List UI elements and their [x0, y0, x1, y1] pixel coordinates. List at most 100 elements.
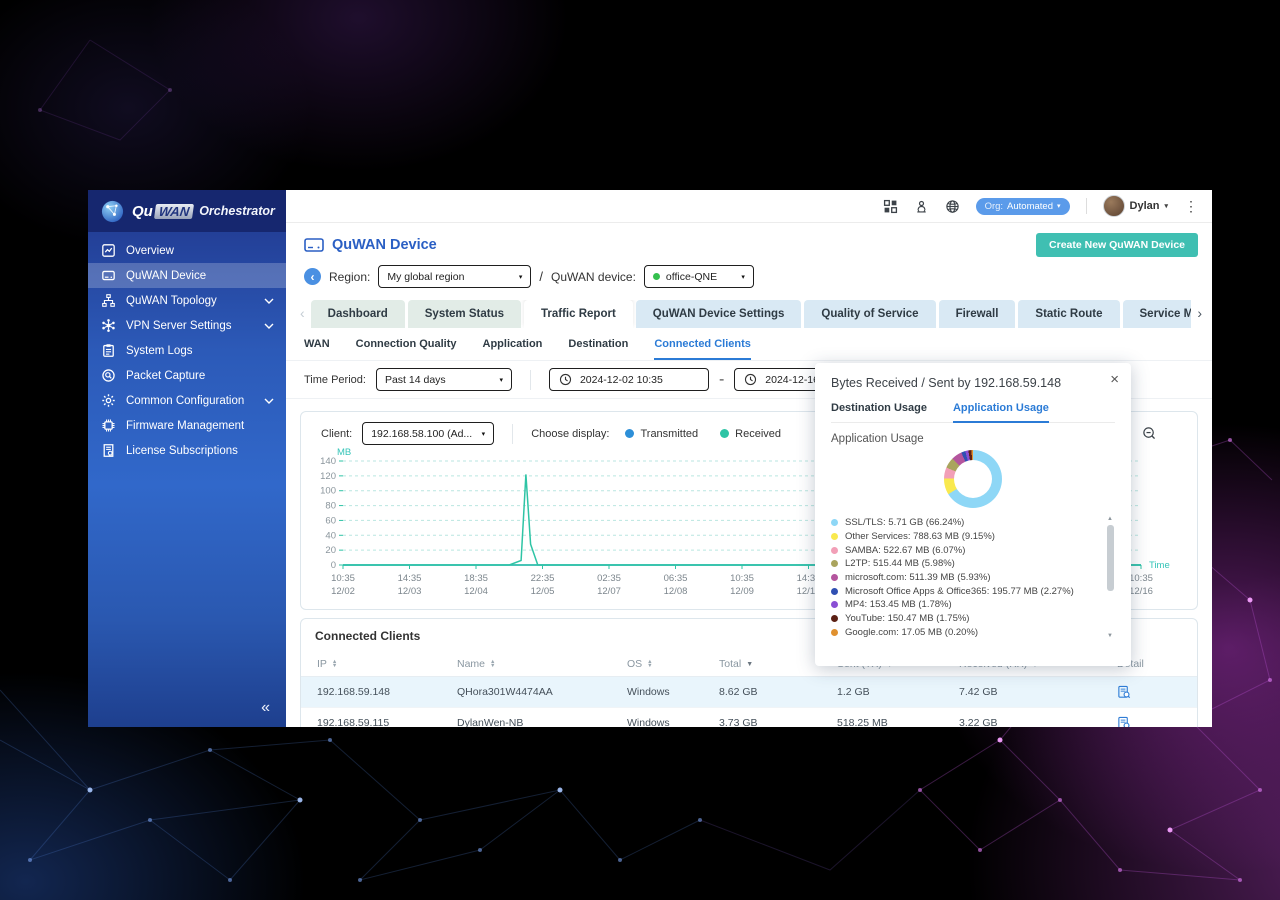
org-selector[interactable]: Org: Automated ▾ — [975, 197, 1070, 215]
subtab-connected-clients[interactable]: Connected Clients — [654, 338, 751, 360]
sidebar-item-vpn-server-settings[interactable]: VPN Server Settings — [88, 313, 286, 338]
cell-ip: 192.168.59.115 — [317, 717, 390, 727]
sidebar-item-quwan-topology[interactable]: QuWAN Topology — [88, 288, 286, 313]
tab-static-route[interactable]: Static Route — [1018, 300, 1120, 328]
topbar: Org: Automated ▾ Dylan ▾ ⋮ — [286, 190, 1212, 223]
user-location-icon[interactable] — [914, 199, 929, 214]
sidebar-item-overview[interactable]: Overview — [88, 238, 286, 263]
cell-rx: 3.22 GB — [959, 717, 998, 727]
subtab-connection-quality[interactable]: Connection Quality — [356, 338, 457, 360]
sidebar-item-common-configuration[interactable]: Common Configuration — [88, 388, 286, 413]
zoom-out-icon[interactable] — [1142, 426, 1157, 446]
chevron-down-icon: ▾ — [1057, 203, 1061, 210]
table-row[interactable]: 192.168.59.148 QHora301W4474AA Windows 8.62… — [301, 677, 1197, 708]
create-device-button[interactable]: Create New QuWAN Device — [1036, 233, 1198, 257]
chevron-down-icon — [264, 398, 274, 404]
sort-desc-icon[interactable]: ▼ — [746, 661, 753, 668]
sidebar-item-quwan-device[interactable]: QuWAN Device — [88, 263, 286, 288]
cell-name: DylanWen-NB — [457, 717, 524, 727]
close-icon[interactable]: × — [1110, 371, 1119, 388]
legend-dot — [831, 615, 838, 623]
clock-icon — [559, 373, 572, 386]
region-value: My global region — [387, 270, 465, 283]
svg-text:18:35: 18:35 — [464, 573, 488, 584]
apps-grid-icon[interactable] — [883, 199, 898, 214]
more-options-icon[interactable]: ⋮ — [1184, 198, 1198, 215]
client-value: 192.168.58.100 (Ad... — [371, 427, 473, 440]
tab-dashboard[interactable]: Dashboard — [310, 300, 405, 328]
sort-icon[interactable]: ▲▼ — [490, 659, 495, 669]
popup-tabs: Destination Usage Application Usage — [831, 402, 1115, 423]
popup-scrollbar[interactable]: ▲ ▼ — [1105, 516, 1115, 639]
display-label: Choose display: — [531, 427, 610, 440]
svg-text:Time: Time — [1149, 560, 1170, 571]
device-value: office-QNE — [665, 270, 718, 283]
column-header-name[interactable]: Name ▲ ▼ — [457, 658, 627, 670]
subtab-destination[interactable]: Destination — [568, 338, 628, 360]
popup-tab-application-usage[interactable]: Application Usage — [952, 402, 1049, 423]
detail-icon[interactable] — [1117, 685, 1197, 699]
tab-system-status[interactable]: System Status — [407, 300, 522, 328]
application-usage-donut-chart — [944, 450, 1002, 508]
svg-text:12/03: 12/03 — [398, 586, 422, 597]
sidebar-item-system-logs[interactable]: System Logs — [88, 338, 286, 363]
sidebar-item-firmware-management[interactable]: Firmware Management — [88, 413, 286, 438]
svg-text:MB: MB — [337, 447, 351, 458]
chevron-down-icon: ▾ — [499, 376, 503, 384]
range-dash: - — [718, 370, 725, 388]
sidebar-item-license-subscriptions[interactable]: License Subscriptions — [88, 438, 286, 463]
back-button[interactable]: ‹ — [304, 268, 321, 285]
sidebar-item-packet-capture[interactable]: Packet Capture — [88, 363, 286, 388]
time-period-value: Past 14 days — [384, 373, 446, 386]
legend-dot — [831, 533, 838, 541]
legend-transmitted[interactable]: Transmitted — [625, 428, 698, 440]
subtab-application[interactable]: Application — [483, 338, 543, 360]
sidebar: Qu WAN Orchestrator Overview QuWAN Device Qu… — [88, 190, 286, 727]
tab-firewall[interactable]: Firewall — [938, 300, 1016, 328]
legend-text: L2TP: 515.44 MB (5.98%) — [845, 558, 955, 570]
user-menu[interactable]: Dylan ▾ — [1102, 195, 1168, 217]
sort-icon[interactable]: ▲▼ — [647, 659, 652, 669]
detail-icon[interactable] — [1117, 716, 1197, 727]
subtab-wan[interactable]: WAN — [304, 338, 330, 360]
tab-quality-of-service[interactable]: Quality of Service — [804, 300, 936, 328]
online-status-dot — [652, 273, 660, 280]
region-select[interactable]: My global region ▾ — [378, 265, 532, 288]
svg-text:12/09: 12/09 — [730, 586, 754, 597]
device-select[interactable]: office-QNE ▾ — [643, 265, 754, 288]
client-select[interactable]: 192.168.58.100 (Ad... ▾ — [362, 422, 495, 445]
svg-text:12/08: 12/08 — [664, 586, 688, 597]
page-title: QuWAN Device — [304, 237, 437, 253]
column-label: Name — [457, 658, 486, 670]
scroll-down-icon[interactable]: ▼ — [1105, 633, 1115, 639]
scrollbar-thumb[interactable] — [1106, 525, 1114, 591]
tabs-scroll-right-icon[interactable]: › — [1191, 305, 1208, 321]
tabs-scroll-left-icon[interactable]: ‹ — [294, 305, 311, 321]
language-globe-icon[interactable] — [945, 199, 960, 214]
sort-icon[interactable]: ▲▼ — [332, 659, 337, 669]
column-header-os[interactable]: OS ▲ ▼ — [627, 658, 719, 670]
sidebar-collapse-icon[interactable]: « — [261, 699, 270, 717]
svg-text:12/02: 12/02 — [331, 586, 355, 597]
column-header-ip[interactable]: IP ▲ ▼ — [317, 658, 457, 670]
donut-legend-item: Google.com: 17.05 MB (0.20%) — [831, 626, 1097, 640]
tab-traffic-report[interactable]: Traffic Report — [524, 300, 633, 328]
time-period-select[interactable]: Past 14 days ▾ — [375, 368, 512, 391]
tab-service-management[interactable]: Service Management — [1122, 300, 1192, 328]
donut-legend-item: Other Services: 788.63 MB (9.15%) — [831, 530, 1097, 544]
device-icon — [304, 237, 324, 253]
date-from-input[interactable]: 2024-12-02 10:35 — [548, 368, 709, 391]
scroll-up-icon[interactable]: ▲ — [1105, 516, 1115, 522]
legend-dot — [831, 628, 838, 636]
sidebar-item-label: Overview — [126, 244, 174, 257]
table-row[interactable]: 192.168.59.115 DylanWen-NB Windows 3.73 GB 5… — [301, 708, 1197, 727]
legend-received[interactable]: Received — [720, 428, 781, 440]
chevron-down-icon: ▾ — [481, 430, 486, 438]
cell-os: Windows — [627, 717, 670, 727]
legend-dot — [720, 429, 730, 438]
cell-rx: 7.42 GB — [959, 686, 998, 698]
legend-label: Transmitted — [640, 427, 699, 440]
tab-quwan-device-settings[interactable]: QuWAN Device Settings — [635, 300, 802, 328]
overview-icon — [101, 243, 116, 258]
popup-tab-destination-usage[interactable]: Destination Usage — [831, 402, 927, 422]
